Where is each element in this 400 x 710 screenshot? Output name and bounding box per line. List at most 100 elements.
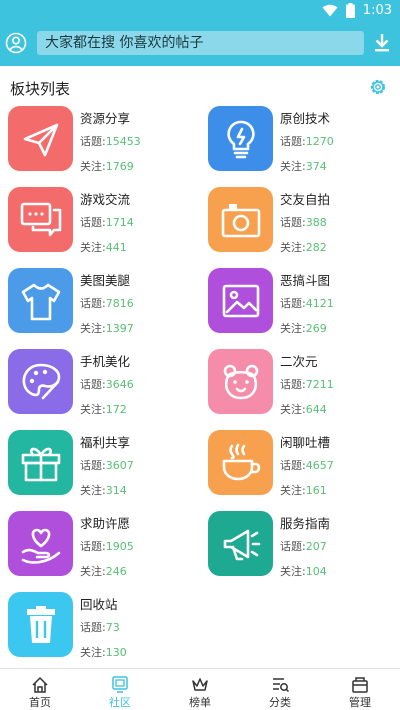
tab-2[interactable]: 社区 (80, 669, 160, 710)
palette-icon (8, 349, 73, 414)
board-item[interactable]: 求助许愿 话题:1905 关注:246 (8, 511, 198, 589)
topics-label: 话题: (80, 378, 106, 391)
board-name: 资源分享 (80, 111, 131, 126)
follows-label: 关注: (280, 160, 306, 173)
topics-count: 7816 (105, 297, 134, 310)
home-icon (32, 676, 48, 693)
board-item[interactable]: 恶搞斗图 话题:4121 关注:269 (208, 268, 398, 346)
topics-label: 话题: (280, 459, 306, 472)
board-item[interactable]: 美图美腿 话题:7816 关注:1397 (8, 268, 198, 346)
tab-4[interactable]: 分类 (240, 669, 320, 710)
tab-5[interactable]: 管理 (320, 669, 400, 710)
follows-label: 关注: (80, 160, 106, 173)
coffee-cup-icon (208, 430, 273, 495)
board-follows: 关注:269 (280, 320, 327, 336)
board-topics: 话题:1270 (280, 133, 334, 149)
tshirt-icon (8, 268, 73, 333)
board-item[interactable]: 游戏交流 话题:1714 关注:441 (8, 187, 198, 265)
board-topics: 话题:15453 (80, 133, 141, 149)
follows-count: 104 (305, 565, 327, 578)
search-input[interactable]: 大家都在搜 你喜欢的帖子 (37, 31, 364, 55)
board-name: 服务指南 (280, 516, 331, 531)
image-icon (208, 268, 273, 333)
gear-icon[interactable] (368, 77, 388, 97)
topics-label: 话题: (280, 297, 306, 310)
board-name: 美图美腿 (80, 273, 131, 288)
board-item[interactable]: 资源分享 话题:15453 关注:1769 (8, 106, 198, 184)
user-avatar-icon[interactable] (5, 32, 27, 54)
follows-label: 关注: (80, 565, 106, 578)
board-name: 闲聊吐槽 (280, 435, 331, 450)
follows-count: 374 (305, 160, 327, 173)
wifi-icon (322, 4, 338, 17)
topics-count: 4121 (305, 297, 334, 310)
tab-1[interactable]: 首页 (0, 669, 80, 710)
board-name: 恶搞斗图 (280, 273, 331, 288)
battery-icon (345, 3, 355, 18)
topics-count: 73 (105, 621, 120, 634)
topics-label: 话题: (280, 135, 306, 148)
topics-label: 话题: (80, 540, 106, 553)
board-item[interactable]: 福利共享 话题:3607 关注:314 (8, 430, 198, 508)
board-follows: 关注:374 (280, 158, 327, 174)
tab-label: 管理 (349, 696, 371, 709)
board-follows: 关注:104 (280, 563, 327, 579)
topics-label: 话题: (80, 297, 106, 310)
board-item[interactable]: 回收站 话题:73 关注:130 (8, 592, 198, 670)
board-follows: 关注:282 (280, 239, 327, 255)
download-icon[interactable] (372, 32, 392, 54)
topics-label: 话题: (280, 216, 306, 229)
board-topics: 话题:7816 (80, 295, 134, 311)
board-topics: 话题:207 (280, 538, 327, 554)
topics-count: 388 (305, 216, 327, 229)
follows-count: 172 (105, 403, 127, 416)
follows-label: 关注: (80, 241, 106, 254)
follows-label: 关注: (80, 646, 106, 659)
gift-icon (8, 430, 73, 495)
camera-icon (208, 187, 273, 252)
board-item[interactable]: 服务指南 话题:207 关注:104 (208, 511, 398, 589)
board-topics: 话题:7211 (280, 376, 334, 392)
follows-count: 130 (105, 646, 127, 659)
board-item[interactable]: 交友自拍 话题:388 关注:282 (208, 187, 398, 265)
board-item[interactable]: 闲聊吐槽 话题:4657 关注:161 (208, 430, 398, 508)
follows-count: 269 (305, 322, 327, 335)
board-name: 回收站 (80, 597, 118, 612)
status-bar: 1:03 (0, 0, 400, 24)
follows-label: 关注: (280, 484, 306, 497)
board-follows: 关注:441 (80, 239, 127, 255)
board-follows: 关注:314 (80, 482, 127, 498)
heart-hand-icon (8, 511, 73, 576)
board-follows: 关注:130 (80, 644, 127, 660)
board-follows: 关注:172 (80, 401, 127, 417)
follows-label: 关注: (280, 322, 306, 335)
topics-count: 4657 (305, 459, 334, 472)
megaphone-icon (208, 511, 273, 576)
follows-count: 246 (105, 565, 127, 578)
board-topics: 话题:1905 (80, 538, 134, 554)
board-name: 交友自拍 (280, 192, 331, 207)
follows-count: 314 (105, 484, 127, 497)
topics-label: 话题: (280, 540, 306, 553)
board-topics: 话题:3646 (80, 376, 134, 392)
community-icon (112, 676, 128, 693)
tab-3[interactable]: 榜单 (160, 669, 240, 710)
board-item[interactable]: 二次元 话题:7211 关注:644 (208, 349, 398, 427)
board-item[interactable]: 原创技术 话题:1270 关注:374 (208, 106, 398, 184)
topics-count: 3646 (105, 378, 134, 391)
follows-label: 关注: (80, 403, 106, 416)
follows-count: 1769 (105, 160, 134, 173)
follows-label: 关注: (80, 322, 106, 335)
lightbulb-icon (208, 106, 273, 171)
board-topics: 话题:388 (280, 214, 327, 230)
board-name: 二次元 (280, 354, 318, 369)
board-item[interactable]: 手机美化 话题:3646 关注:172 (8, 349, 198, 427)
crown-icon (192, 678, 208, 691)
board-follows: 关注:161 (280, 482, 327, 498)
topics-label: 话题: (80, 621, 106, 634)
app-bar: 大家都在搜 你喜欢的帖子 (0, 24, 400, 66)
board-name: 求助许愿 (80, 516, 131, 531)
follows-count: 161 (305, 484, 327, 497)
tab-label: 首页 (29, 696, 51, 709)
board-follows: 关注:1769 (80, 158, 134, 174)
